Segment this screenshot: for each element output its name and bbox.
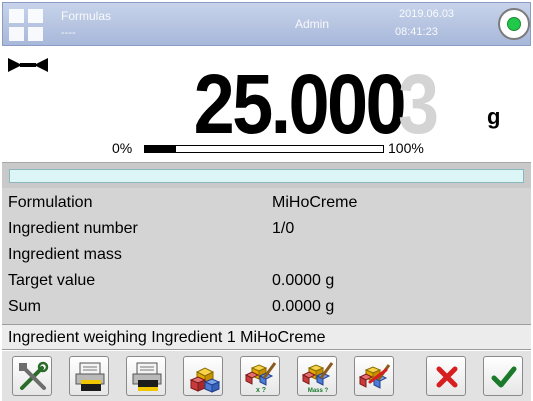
cancel-button[interactable] xyxy=(426,356,466,396)
info-row-formulation: Formulation MiHoCreme xyxy=(2,190,531,216)
weighing-range-bar xyxy=(144,145,384,153)
target-value-button[interactable]: x ? xyxy=(240,356,280,396)
weight-value: 25.000 xyxy=(194,57,407,151)
range-min-label: 0% xyxy=(112,140,133,156)
confirm-button[interactable] xyxy=(483,356,523,396)
stable-marker-icon xyxy=(8,58,48,72)
target-value-icon: x ? xyxy=(244,362,277,394)
info-row-label: Ingredient number xyxy=(8,220,138,237)
skip-ingredient-icon xyxy=(358,364,391,389)
info-row-value: 1/0 xyxy=(272,220,295,237)
header-bar: Formulas ---- Admin 2019.06.03 08:41:23 xyxy=(2,2,531,46)
weighing-range-fill xyxy=(145,146,176,152)
info-row-label: Target value xyxy=(8,272,96,289)
printer-header-icon xyxy=(75,362,105,391)
tools-icon xyxy=(19,361,49,390)
info-row-label: Sum xyxy=(8,298,41,315)
weight-last-digit: 3 xyxy=(398,57,440,151)
info-row-target-value: Target value 0.0000 g xyxy=(2,268,531,294)
info-panel: Formulation MiHoCreme Ingredient number … xyxy=(2,188,531,324)
print-footer-button[interactable] xyxy=(126,356,166,396)
range-max-label: 100% xyxy=(388,140,424,156)
status-ok-icon[interactable] xyxy=(498,8,530,40)
info-row-sum: Sum 0.0000 g xyxy=(2,294,531,320)
print-header-button[interactable] xyxy=(69,356,109,396)
date-display: 2019.06.03 xyxy=(399,8,455,20)
mass-entry-icon: Mass ? xyxy=(301,362,334,394)
mass-caption: Mass ? xyxy=(308,388,329,394)
process-progress-bar xyxy=(9,169,524,183)
process-status-strip xyxy=(2,162,531,188)
cancel-x-icon xyxy=(436,366,458,388)
ingredient-blocks-icon xyxy=(189,367,221,393)
info-row-value: MiHoCreme xyxy=(272,194,358,211)
settings-tools-button[interactable] xyxy=(12,356,52,396)
info-row-label: Formulation xyxy=(8,194,93,211)
weight-reading: 25.000 3 xyxy=(165,50,445,146)
printer-footer-icon xyxy=(132,362,162,391)
procedure-message: Ingredient weighing Ingredient 1 MiHoCre… xyxy=(2,324,531,350)
mass-button[interactable]: Mass ? xyxy=(297,356,337,396)
weight-unit[interactable]: g xyxy=(487,104,500,130)
time-display: 08:41:23 xyxy=(395,26,438,38)
confirm-check-icon xyxy=(491,366,517,388)
bottom-toolbar: x ? Mass ? xyxy=(2,351,531,401)
working-mode-name[interactable]: Formulas xyxy=(61,9,111,23)
weight-display: 25.000 3 g 0% 100% xyxy=(2,46,531,162)
ingredient-button[interactable] xyxy=(183,356,223,396)
logged-user[interactable]: Admin xyxy=(295,17,329,31)
info-row-label: Ingredient mass xyxy=(8,246,122,263)
info-row-ingredient-number: Ingredient number 1/0 xyxy=(2,216,531,242)
skip-ingredient-button[interactable] xyxy=(354,356,394,396)
menu-grid-icon[interactable] xyxy=(9,7,45,43)
info-row-ingredient-mass: Ingredient mass xyxy=(2,242,531,268)
target-value-caption: x ? xyxy=(256,387,266,394)
info-row-value: 0.0000 g xyxy=(272,272,335,289)
working-mode-subtitle: ---- xyxy=(61,27,76,39)
info-row-value: 0.0000 g xyxy=(272,298,335,315)
